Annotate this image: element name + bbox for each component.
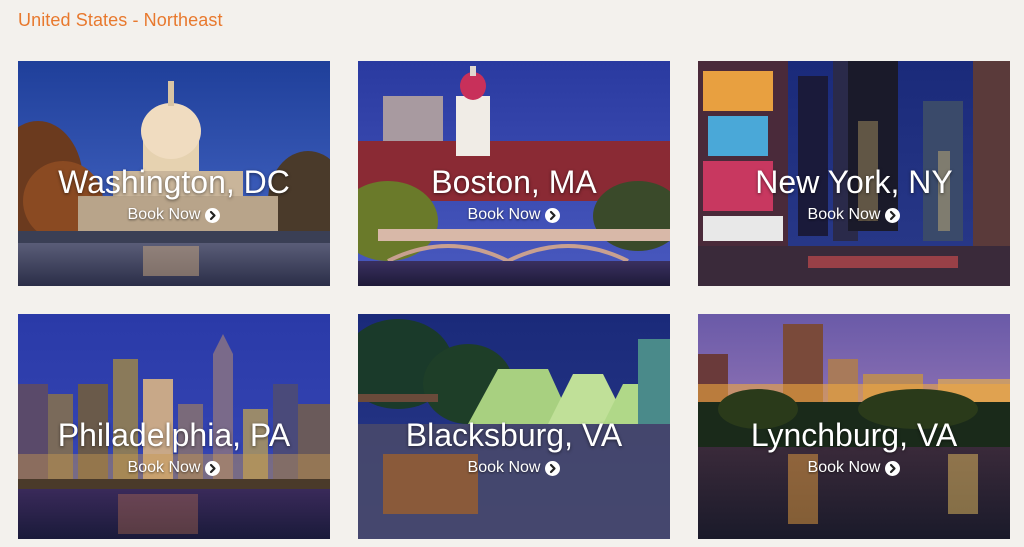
book-now-link[interactable]: Book Now [358, 206, 670, 224]
chevron-right-circle-icon [545, 207, 561, 223]
chevron-right-circle-icon [885, 460, 901, 476]
destination-card-philadelphia-pa[interactable]: Philadelphia, PA Book Now [18, 314, 330, 539]
card-city-name: New York, NY [755, 164, 953, 200]
book-now-link[interactable]: Book Now [698, 459, 1010, 477]
destination-card-blacksburg-va[interactable]: Blacksburg, VA Book Now [358, 314, 670, 539]
destination-card-washington-dc[interactable]: Washington, DC Book Now [18, 61, 330, 286]
book-now-link[interactable]: Book Now [698, 206, 1010, 224]
card-city-name: Philadelphia, PA [57, 417, 291, 453]
book-now-link[interactable]: Book Now [18, 459, 330, 477]
card-city-name: Lynchburg, VA [750, 417, 958, 453]
book-now-label: Book Now [127, 459, 201, 476]
destinations-page: United States - Northeast Washington, DC… [0, 0, 1024, 547]
destination-card-boston-ma[interactable]: Boston, MA Book Now [358, 61, 670, 286]
book-now-label: Book Now [127, 206, 201, 223]
card-city-name: Blacksburg, VA [405, 417, 623, 453]
chevron-right-circle-icon [205, 207, 221, 223]
chevron-right-circle-icon [545, 460, 561, 476]
chevron-right-circle-icon [885, 207, 901, 223]
book-now-label: Book Now [807, 206, 881, 223]
destination-card-lynchburg-va[interactable]: Lynchburg, VA Book Now [698, 314, 1010, 539]
destination-card-new-york-ny[interactable]: New York, NY Book Now [698, 61, 1010, 286]
book-now-label: Book Now [467, 206, 541, 223]
region-heading: United States - Northeast [18, 10, 223, 30]
book-now-label: Book Now [807, 459, 881, 476]
book-now-link[interactable]: Book Now [18, 206, 330, 224]
book-now-label: Book Now [467, 459, 541, 476]
card-city-name: Washington, DC [58, 164, 290, 200]
chevron-right-circle-icon [205, 460, 221, 476]
book-now-link[interactable]: Book Now [358, 459, 670, 477]
card-city-name: Boston, MA [431, 164, 597, 200]
